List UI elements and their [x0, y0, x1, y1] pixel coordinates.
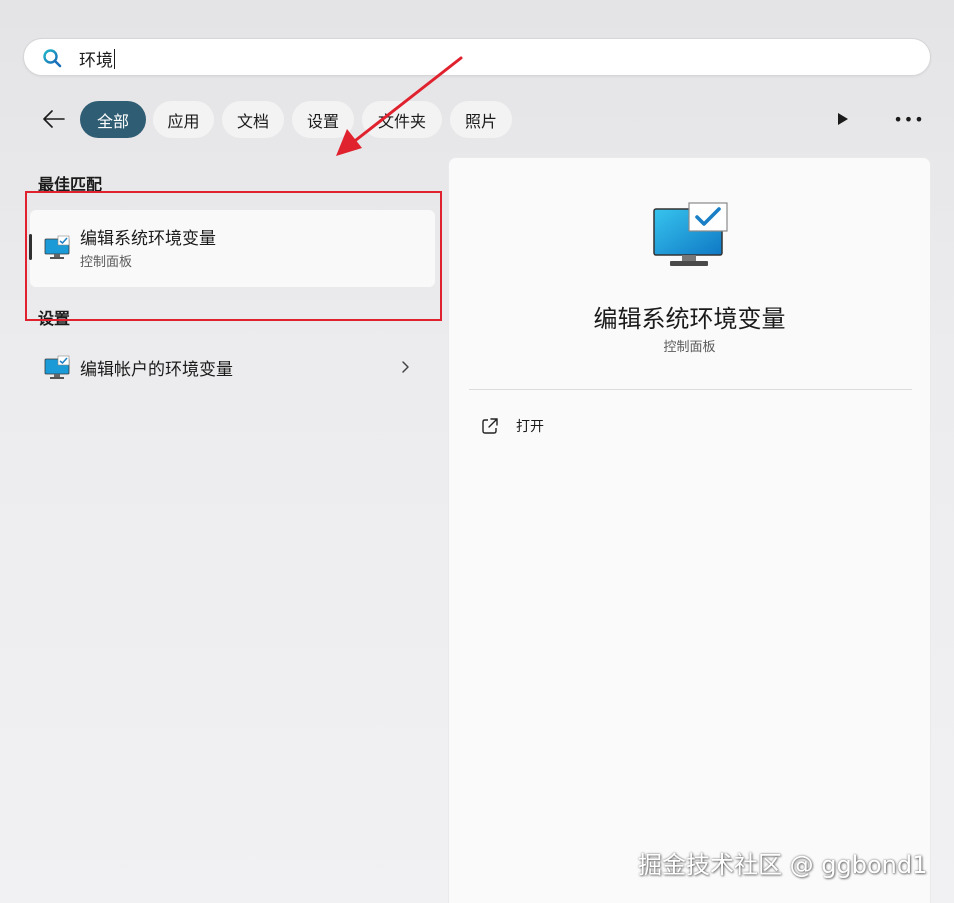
filter-chip-all[interactable]: 全部 [80, 101, 146, 138]
arrow-left-icon [43, 110, 65, 128]
filter-chip-folders[interactable]: 文件夹 [362, 101, 442, 138]
chevron-right-icon [402, 361, 409, 373]
open-external-icon [482, 418, 498, 434]
preview-divider [469, 389, 912, 390]
filter-chip-photos[interactable]: 照片 [450, 101, 512, 138]
more-options-button[interactable]: ••• [893, 104, 925, 134]
filter-chip-documents[interactable]: 文档 [222, 101, 284, 138]
preview-subtitle: 控制面板 [663, 340, 716, 355]
filter-chip-apps[interactable]: 应用 [153, 101, 214, 138]
monitor-check-icon [44, 355, 70, 379]
filter-chip-settings[interactable]: 设置 [292, 101, 354, 138]
back-button[interactable] [38, 103, 70, 135]
watermark: 掘金技术社区 @ ggbond1 [638, 851, 928, 879]
open-label: 打开 [516, 419, 544, 435]
preview-panel: 编辑系统环境变量 控制面板 打开 [448, 157, 931, 903]
annotation-highlight-box [25, 191, 442, 321]
more-filters-button[interactable] [829, 104, 857, 134]
settings-result-title: 编辑帐户的环境变量 [80, 360, 233, 380]
search-icon [43, 49, 62, 68]
open-action[interactable]: 打开 [481, 413, 681, 439]
play-icon [838, 113, 848, 125]
text-caret [114, 48, 115, 69]
search-query: 环境 [79, 51, 113, 71]
preview-title: 编辑系统环境变量 [593, 305, 786, 333]
ellipsis-icon: ••• [893, 109, 925, 129]
monitor-check-icon [653, 202, 728, 266]
search-input[interactable]: 环境 [79, 46, 115, 71]
search-box[interactable]: 环境 [23, 38, 931, 76]
